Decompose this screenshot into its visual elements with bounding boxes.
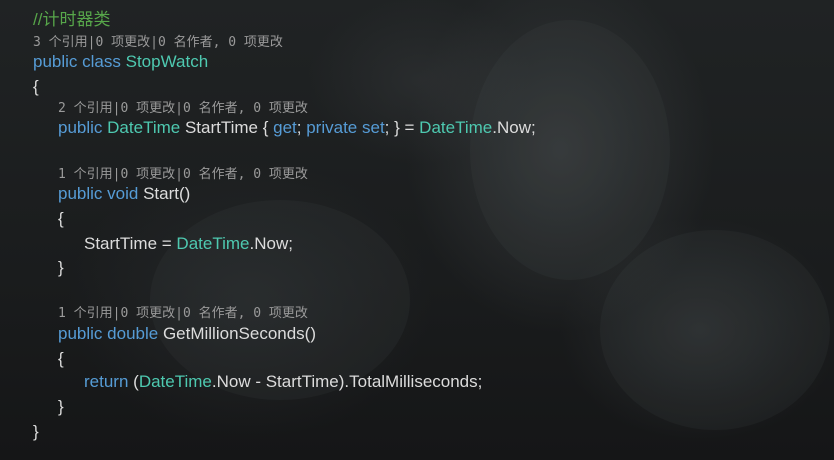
code-line-class-declaration: public class StopWatch — [33, 51, 208, 73]
assignment-target: StartTime = — [84, 234, 177, 253]
keyword-public: public — [58, 118, 103, 137]
class-name: StopWatch — [125, 52, 209, 71]
code-brace-close-class: } — [33, 422, 39, 441]
type-datetime: DateTime — [176, 234, 250, 253]
keyword-double: double — [107, 324, 159, 343]
code-brace-close-start: } — [58, 258, 64, 277]
code-editor[interactable]: //计时器类 3 个引用|0 项更改|0 名作者, 0 项更改 public c… — [0, 0, 834, 460]
assignment-value: .Now; — [249, 234, 293, 253]
keyword-void: void — [107, 184, 139, 203]
code-comment: //计时器类 — [33, 10, 111, 29]
type-datetime: DateTime — [138, 372, 212, 391]
keyword-private: private — [306, 118, 358, 137]
code-line-property: public DateTime StartTime { get; private… — [58, 117, 536, 139]
keyword-set: set — [361, 118, 385, 137]
codelens-start-references[interactable]: 1 个引用|0 项更改|0 名作者, 0 项更改 — [58, 166, 308, 184]
codelens-property-references[interactable]: 2 个引用|0 项更改|0 名作者, 0 项更改 — [58, 100, 308, 118]
keyword-return: return — [84, 372, 129, 391]
codelens-class-references[interactable]: 3 个引用|0 项更改|0 名作者, 0 项更改 — [33, 34, 283, 52]
code-brace-close-method: } — [58, 397, 64, 416]
keyword-get: get — [273, 118, 297, 137]
code-brace-open-start: { — [58, 209, 64, 228]
codelens-method-references[interactable]: 1 个引用|0 项更改|0 名作者, 0 项更改 — [58, 305, 308, 323]
keyword-public: public — [58, 324, 103, 343]
code-brace-open: { — [33, 77, 39, 96]
method-name-getmillionseconds: GetMillionSeconds() — [158, 324, 316, 343]
code-line-start-method: public void Start() — [58, 183, 190, 205]
code-line-return: return (DateTime.Now - StartTime).TotalM… — [84, 371, 482, 393]
keyword-public: public — [33, 52, 78, 71]
code-line-getmillionseconds: public double GetMillionSeconds() — [58, 323, 316, 345]
return-open-paren: ( — [128, 372, 139, 391]
return-expression: .Now - StartTime).TotalMilliseconds; — [211, 372, 483, 391]
code-brace-open-method: { — [58, 349, 64, 368]
type-datetime: DateTime — [107, 118, 181, 137]
keyword-class: class — [82, 52, 121, 71]
keyword-public: public — [58, 184, 103, 203]
method-name-start: Start() — [138, 184, 191, 203]
property-name: StartTime { — [180, 118, 274, 137]
accessor-separator: ; — [296, 118, 307, 137]
type-datetime: DateTime — [419, 118, 493, 137]
property-initializer: ; } = — [384, 118, 420, 137]
code-line-start-body: StartTime = DateTime.Now; — [84, 233, 293, 255]
property-value: .Now; — [492, 118, 536, 137]
